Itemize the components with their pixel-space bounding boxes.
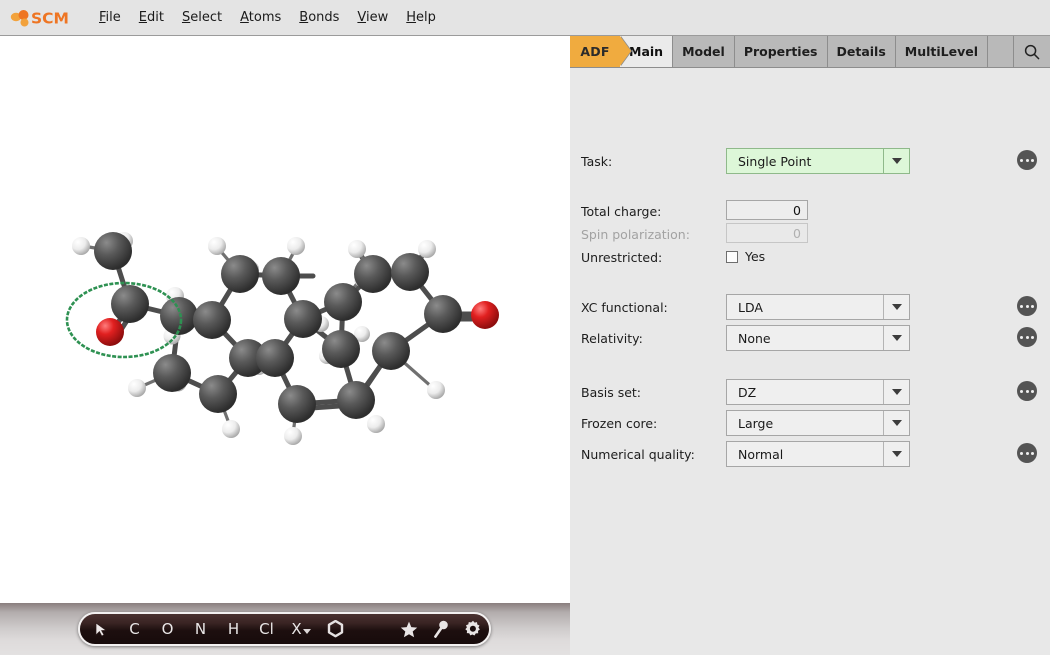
adf-gui-window: SCM File Edit Select Atoms Bonds View He… [0,0,1050,655]
gear-glyph [465,620,480,636]
carbon-atoms [94,232,462,423]
tab-properties[interactable]: Properties [735,36,828,67]
xc-functional-dropdown[interactable]: LDA [726,294,910,320]
module-badge-adf[interactable]: ADF [570,36,632,67]
numerical-quality-dropdown[interactable]: Normal [726,441,910,467]
unrestricted-checkbox[interactable] [726,250,738,263]
menu-select[interactable]: Select [173,7,231,28]
search-button[interactable] [1014,36,1050,67]
other-element-label: X [291,620,302,638]
nitrogen-tool[interactable]: N [184,614,217,644]
menu-file[interactable]: File [90,7,130,28]
bottom-tool-strip: C O N H Cl X [0,603,570,655]
chevron-down-icon [302,628,311,634]
menu-bar: SCM File Edit Select Atoms Bonds View He… [0,0,1050,36]
magnifier-wand-icon[interactable] [425,614,457,644]
label-spin-polarization: Spin polarization: [581,227,690,242]
menu-view[interactable]: View [348,7,397,28]
star-glyph [400,621,418,637]
label-basis-set: Basis set: [581,385,642,400]
menu-help[interactable]: Help [397,7,445,28]
menu-atoms[interactable]: Atoms [231,7,290,28]
label-xc-functional: XC functional: [581,300,668,315]
preferences-gear-icon[interactable] [457,614,489,644]
cursor-arrow-icon [95,621,107,636]
unrestricted-yes-label: Yes [745,249,766,264]
basis-set-dropdown[interactable]: DZ [726,379,910,405]
label-unrestricted: Unrestricted: [581,250,663,265]
frozen-core-chevron-down-icon[interactable] [883,411,909,435]
relativity-more-options-button[interactable] [1017,327,1037,347]
favorites-star-icon[interactable] [393,614,425,644]
spin-polarization-input: 0 [726,223,808,243]
molecule-render [65,232,499,445]
task-dropdown[interactable]: Single Point [726,148,910,174]
basis-set-chevron-down-icon[interactable] [883,380,909,404]
numerical-quality-more-options-button[interactable] [1017,443,1037,463]
molecule-3d-view[interactable] [0,36,570,603]
xc-functional-more-options-button[interactable] [1017,296,1037,316]
xc-functional-value: LDA [738,299,763,315]
panel-tab-bar: ADF Main Model Properties Details MultiL… [570,36,1050,68]
xc-functional-chevron-down-icon[interactable] [883,295,909,319]
unrestricted-checkbox-row[interactable]: Yes [726,249,765,264]
relativity-value: None [738,330,771,346]
scm-logo: SCM [10,7,76,29]
label-total-charge: Total charge: [581,204,662,219]
tab-multilevel[interactable]: MultiLevel [896,36,989,67]
task-more-options-button[interactable] [1017,150,1037,170]
menu-bonds[interactable]: Bonds [290,7,348,28]
scm-logo-icon: SCM [10,9,69,27]
task-chevron-down-icon[interactable] [883,149,909,173]
tab-details[interactable]: Details [828,36,896,67]
frozen-core-value: Large [738,415,774,431]
relativity-dropdown[interactable]: None [726,325,910,351]
label-frozen-core: Frozen core: [581,416,658,431]
carbon-tool[interactable]: C [118,614,151,644]
label-relativity: Relativity: [581,331,643,346]
basis-set-value: DZ [738,384,757,400]
numerical-quality-chevron-down-icon[interactable] [883,442,909,466]
ring-tool[interactable] [319,614,351,644]
label-numerical-quality: Numerical quality: [581,447,695,462]
total-charge-input[interactable]: 0 [726,200,808,220]
select-cursor-tool[interactable] [84,614,118,644]
svg-text:SCM: SCM [31,9,69,27]
tab-bar-spacer [988,36,1014,67]
relativity-chevron-down-icon[interactable] [883,326,909,350]
label-task: Task: [581,154,613,169]
other-element-tool[interactable]: X [283,614,319,644]
oxygen-tool[interactable]: O [151,614,184,644]
hexagon-ring-icon [327,620,343,638]
element-toolbar: C O N H Cl X [78,612,491,646]
hydrogen-tool[interactable]: H [217,614,250,644]
search-icon [1024,44,1040,59]
frozen-core-dropdown[interactable]: Large [726,410,910,436]
wand-glyph [433,620,448,638]
task-value: Single Point [738,153,812,169]
basis-set-more-options-button[interactable] [1017,381,1037,401]
tab-model[interactable]: Model [673,36,735,67]
settings-form: Task: Single Point Total charge: 0 Spin … [570,67,1050,655]
chlorine-tool[interactable]: Cl [250,614,283,644]
menu-edit[interactable]: Edit [130,7,173,28]
numerical-quality-value: Normal [738,446,784,462]
adf-settings-panel: ADF Main Model Properties Details MultiL… [570,36,1050,655]
